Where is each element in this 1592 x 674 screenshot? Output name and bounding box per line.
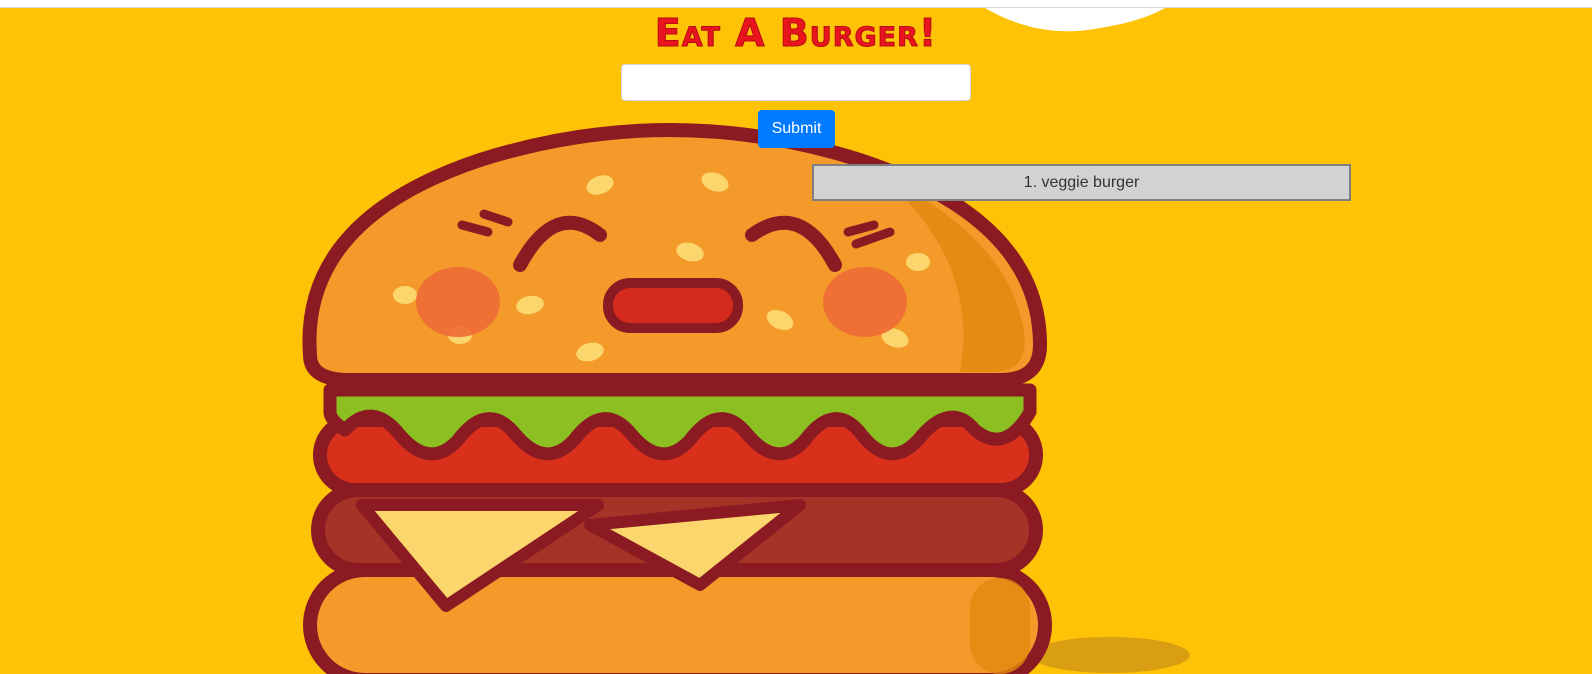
burger-shadow [1030,637,1190,673]
left-cheek [416,267,500,337]
page-title: Eat A Burger! [654,11,938,56]
burger-list: 1. veggie burger [812,164,1351,201]
burger-illustration [302,8,1190,674]
right-cheek [823,267,907,337]
browser-top-edge [0,0,1592,8]
burger-name-input[interactable] [621,64,971,101]
submit-button[interactable]: Submit [758,110,835,148]
mouth [603,278,743,333]
bottom-bun [303,563,1052,674]
burger-list-item[interactable]: 1. veggie burger [812,164,1351,201]
